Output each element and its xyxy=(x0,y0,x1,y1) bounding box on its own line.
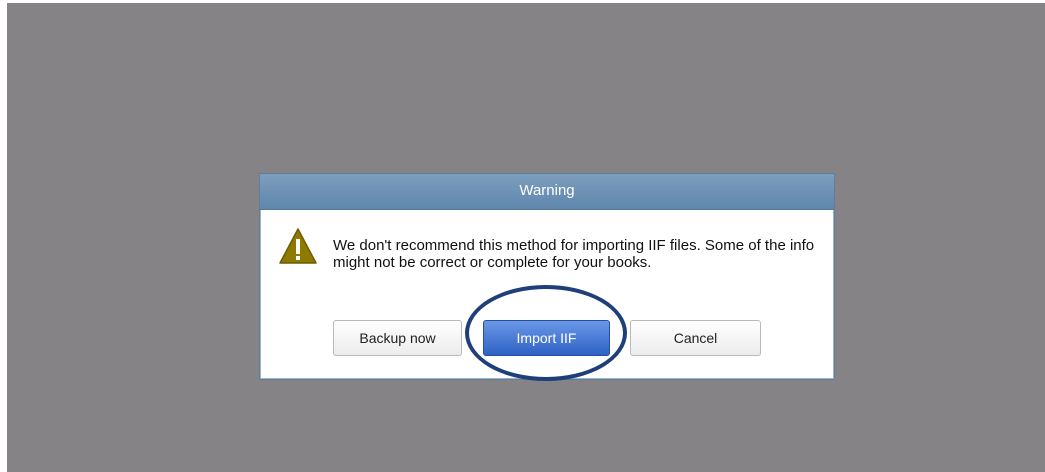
warning-dialog: Warning We don't recommend this method f… xyxy=(259,173,835,380)
cancel-button[interactable]: Cancel xyxy=(630,320,761,356)
warning-triangle-icon xyxy=(278,226,318,266)
dialog-title: Warning xyxy=(260,174,834,210)
backup-now-button[interactable]: Backup now xyxy=(333,320,462,356)
warning-message: We don't recommend this method for impor… xyxy=(333,237,815,271)
import-iif-button[interactable]: Import IIF xyxy=(483,320,610,356)
